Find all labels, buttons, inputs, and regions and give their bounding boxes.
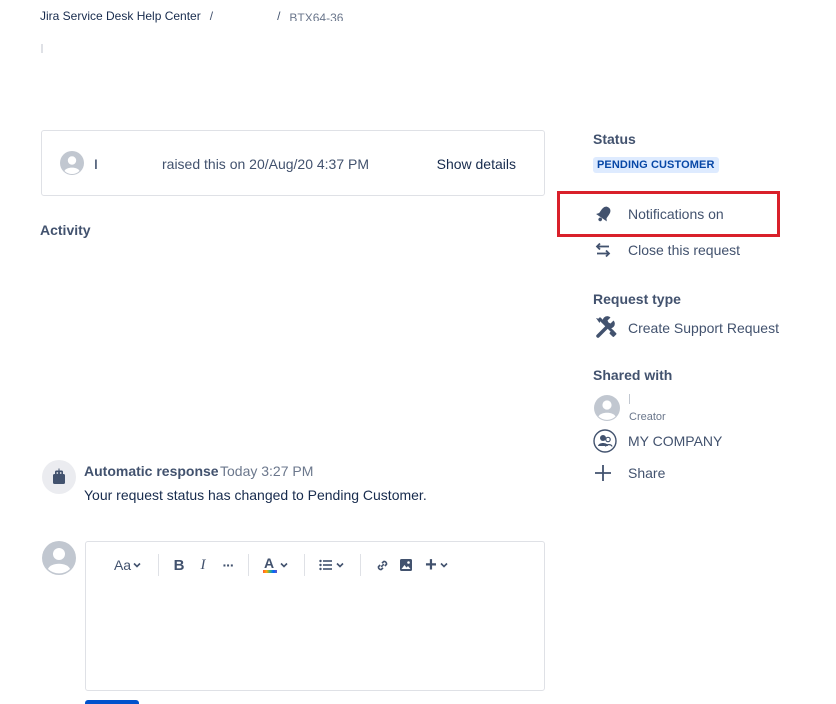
close-request-button[interactable]: Close this request	[593, 238, 740, 262]
request-type-label: Request type	[593, 291, 681, 307]
status-label: Status	[593, 131, 636, 147]
notifications-toggle[interactable]: Notifications on	[593, 202, 724, 226]
activity-author: Automatic response	[84, 463, 219, 479]
shared-with-label: Shared with	[593, 367, 673, 383]
link-icon	[377, 560, 387, 570]
bell-icon	[593, 202, 621, 226]
activity-heading: Activity	[40, 222, 91, 238]
breadcrumb-help-center[interactable]: Jira Service Desk Help Center	[40, 9, 201, 23]
chevron-down-icon	[133, 562, 141, 568]
avatar-icon	[594, 395, 620, 421]
show-details-button[interactable]: Show details	[437, 156, 516, 172]
save-button[interactable]	[85, 700, 139, 704]
user-avatar-icon	[42, 541, 76, 575]
image-icon	[400, 559, 412, 571]
request-details-card: I raised this on 20/Aug/20 4:37 PM Show …	[41, 130, 545, 196]
chevron-down-icon	[280, 562, 288, 568]
plus-icon: +	[425, 554, 437, 576]
share-label: Share	[628, 465, 666, 481]
shared-user-name	[629, 394, 630, 404]
bold-button[interactable]: B	[170, 554, 188, 576]
toolbar-divider	[304, 554, 305, 576]
comment-editor[interactable]: Aa B I ··· A +	[85, 541, 545, 691]
chevron-down-icon	[440, 562, 448, 568]
text-color-letter: A	[264, 555, 275, 571]
close-request-label: Close this request	[628, 242, 741, 258]
breadcrumb-request-key[interactable]: BTX64-36	[289, 12, 343, 21]
text-style-label: Aa	[113, 557, 132, 573]
more-formatting-button[interactable]: ···	[218, 554, 238, 576]
breadcrumb-separator: /	[277, 9, 281, 23]
chevron-down-icon	[336, 562, 344, 568]
text-color-button[interactable]: A	[260, 554, 292, 576]
tools-icon	[593, 316, 621, 340]
text-color-icon: A	[263, 555, 277, 574]
reporter-name[interactable]: I	[94, 156, 98, 172]
robot-avatar-icon	[42, 460, 76, 494]
organization-icon	[593, 429, 621, 453]
breadcrumb: Jira Service Desk Help Center / / BTX64-…	[40, 9, 343, 23]
breadcrumb-separator: /	[209, 9, 214, 23]
text-style-dropdown[interactable]: Aa	[112, 554, 144, 576]
creator-role: Creator	[629, 411, 666, 423]
share-button[interactable]: Share	[593, 461, 665, 485]
shared-organization: MY COMPANY	[593, 429, 722, 453]
bullet-list-icon	[319, 559, 332, 571]
transition-arrows-icon	[593, 238, 621, 262]
request-type-value: Create Support Request	[593, 316, 779, 340]
list-dropdown[interactable]	[316, 554, 348, 576]
status-badge: PENDING CUSTOMER	[593, 157, 719, 173]
page-title	[41, 44, 43, 53]
link-button[interactable]	[372, 554, 392, 576]
activity-time: Today 3:27 PM	[220, 463, 314, 479]
image-button[interactable]	[396, 554, 416, 576]
toolbar-divider	[360, 554, 361, 576]
notifications-label: Notifications on	[628, 206, 724, 222]
toolbar-divider	[158, 554, 159, 576]
avatar-icon	[60, 151, 84, 175]
editor-toolbar: Aa B I ··· A +	[86, 554, 544, 576]
insert-dropdown[interactable]: +	[420, 554, 454, 576]
organization-name: MY COMPANY	[628, 433, 723, 449]
toolbar-divider	[248, 554, 249, 576]
raised-date: raised this on 20/Aug/20 4:37 PM	[162, 156, 370, 172]
request-type-name: Create Support Request	[628, 320, 779, 336]
plus-icon	[593, 461, 621, 485]
italic-button[interactable]: I	[194, 554, 212, 576]
activity-message: Your request status has changed to Pendi…	[84, 487, 427, 503]
